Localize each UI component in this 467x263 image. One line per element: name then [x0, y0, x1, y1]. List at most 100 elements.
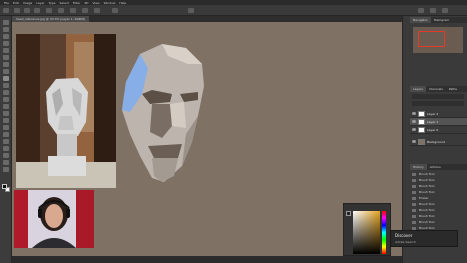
navigator-tabs: Navigator Histogram: [410, 17, 467, 23]
hue-slider[interactable]: [382, 211, 386, 254]
type-tool-icon[interactable]: [3, 132, 9, 137]
crop-tool-icon[interactable]: [3, 48, 9, 53]
search-icon[interactable]: [418, 8, 424, 13]
saturation-brightness-field[interactable]: [353, 211, 380, 254]
tab-navigator[interactable]: Navigator: [410, 17, 431, 23]
dodge-tool-icon[interactable]: [3, 118, 9, 123]
menu-layer[interactable]: Layer: [36, 1, 44, 5]
streamer-video-image: [32, 197, 76, 248]
history-item[interactable]: Brush Tool: [412, 214, 462, 219]
history-brush-tool-icon[interactable]: [3, 90, 9, 95]
opacity-icon[interactable]: [46, 8, 52, 13]
layer-name: Layer 0: [427, 128, 439, 132]
tab-actions[interactable]: Actions: [427, 164, 444, 170]
tab-history[interactable]: History: [410, 164, 427, 170]
menu-select[interactable]: Select: [60, 1, 69, 5]
stamp-tool-icon[interactable]: [3, 83, 9, 88]
menu-type[interactable]: Type: [49, 1, 56, 5]
home-icon[interactable]: [3, 8, 9, 13]
visibility-eye-icon[interactable]: [412, 112, 416, 115]
foreground-color-swatch[interactable]: [2, 184, 7, 189]
brush-icon: [412, 191, 416, 194]
move-tool-icon[interactable]: [3, 20, 9, 25]
menu-help[interactable]: Help: [119, 1, 126, 5]
healing-tool-icon[interactable]: [3, 69, 9, 74]
layer-row[interactable]: Layer 0: [410, 126, 467, 134]
layer-thumbnail: [418, 111, 425, 117]
history-tabs: History Actions: [410, 164, 467, 170]
more-tools-icon[interactable]: [3, 167, 9, 172]
airbrush-icon[interactable]: [70, 8, 76, 13]
menu-file[interactable]: File: [4, 1, 9, 5]
history-item[interactable]: Brush Tool: [412, 184, 462, 189]
marquee-tool-icon[interactable]: [3, 27, 9, 32]
layer-filter-bar[interactable]: [412, 94, 464, 99]
layer-thumbnail: [418, 139, 425, 145]
layer-name: Layer 2: [427, 112, 439, 116]
pressure-icon[interactable]: [112, 8, 118, 13]
brush-icon: [412, 203, 416, 206]
frame-tool-icon[interactable]: [3, 55, 9, 60]
settings-gear-icon[interactable]: [94, 8, 100, 13]
layers-tabs: Layers Channels Paths: [410, 86, 467, 92]
menu-filter[interactable]: Filter: [73, 1, 80, 5]
eraser-icon: [412, 197, 416, 200]
layer-thumbnail: [418, 119, 425, 125]
status-bar: [12, 256, 402, 263]
history-item[interactable]: Brush Tool: [412, 220, 462, 225]
layer-row[interactable]: Layer 2: [410, 110, 467, 118]
tab-channels[interactable]: Channels: [426, 86, 446, 92]
blur-tool-icon[interactable]: [3, 111, 9, 116]
brush-tool-icon[interactable]: [3, 76, 9, 81]
mode-dropdown-icon[interactable]: [34, 8, 40, 13]
layer-thumbnail: [418, 127, 425, 133]
options-bar: [0, 5, 467, 16]
menu-image[interactable]: Image: [23, 1, 32, 5]
hand-tool-icon[interactable]: [3, 153, 9, 158]
layer-row-selected[interactable]: Layer 1: [410, 118, 467, 126]
blend-mode-dropdown[interactable]: [412, 101, 464, 106]
tab-paths[interactable]: Paths: [446, 86, 460, 92]
brush-icon: [412, 215, 416, 218]
eraser-tool-icon[interactable]: [3, 97, 9, 102]
tools-panel: [0, 16, 12, 263]
tab-histogram[interactable]: Histogram: [431, 17, 453, 23]
menu-3d[interactable]: 3D: [84, 1, 88, 5]
brush-preset-icon[interactable]: [14, 8, 20, 13]
navigator-view-box[interactable]: [418, 31, 445, 47]
tooltip-title: Discover: [395, 233, 413, 238]
history-item[interactable]: Brush Tool: [412, 202, 462, 207]
visibility-eye-icon[interactable]: [412, 120, 416, 123]
reference-photo: [16, 34, 116, 188]
menu-edit[interactable]: Edit: [13, 1, 19, 5]
brush-icon: [412, 209, 416, 212]
symmetry-icon[interactable]: [188, 8, 194, 13]
history-item[interactable]: Brush Tool: [412, 178, 462, 183]
tab-layers[interactable]: Layers: [410, 86, 426, 92]
workspace-icon[interactable]: [430, 8, 436, 13]
visibility-eye-icon[interactable]: [412, 140, 416, 143]
menu-view[interactable]: View: [92, 1, 99, 5]
menu-window[interactable]: Window: [104, 1, 116, 5]
smoothing-icon[interactable]: [82, 8, 88, 13]
eyedropper-tool-icon[interactable]: [3, 62, 9, 67]
visibility-eye-icon[interactable]: [412, 128, 416, 131]
brush-icon: [412, 173, 416, 176]
history-item[interactable]: Eraser: [412, 196, 462, 201]
layer-row-background[interactable]: Background: [410, 138, 467, 146]
history-item[interactable]: Brush Tool: [412, 172, 462, 177]
history-item[interactable]: Brush Tool: [412, 190, 462, 195]
flow-icon[interactable]: [58, 8, 64, 13]
gradient-tool-icon[interactable]: [3, 104, 9, 109]
brush-size-icon[interactable]: [24, 8, 30, 13]
lasso-tool-icon[interactable]: [3, 34, 9, 39]
path-select-tool-icon[interactable]: [3, 139, 9, 144]
quick-select-tool-icon[interactable]: [3, 41, 9, 46]
pen-tool-icon[interactable]: [3, 125, 9, 130]
discover-tooltip[interactable]: Discover Adobe Search: [390, 230, 458, 247]
shape-tool-icon[interactable]: [3, 146, 9, 151]
history-item[interactable]: Brush Tool: [412, 208, 462, 213]
tooltip-subtitle: Adobe Search: [395, 240, 416, 244]
share-icon[interactable]: [442, 8, 448, 13]
zoom-tool-icon[interactable]: [3, 160, 9, 165]
